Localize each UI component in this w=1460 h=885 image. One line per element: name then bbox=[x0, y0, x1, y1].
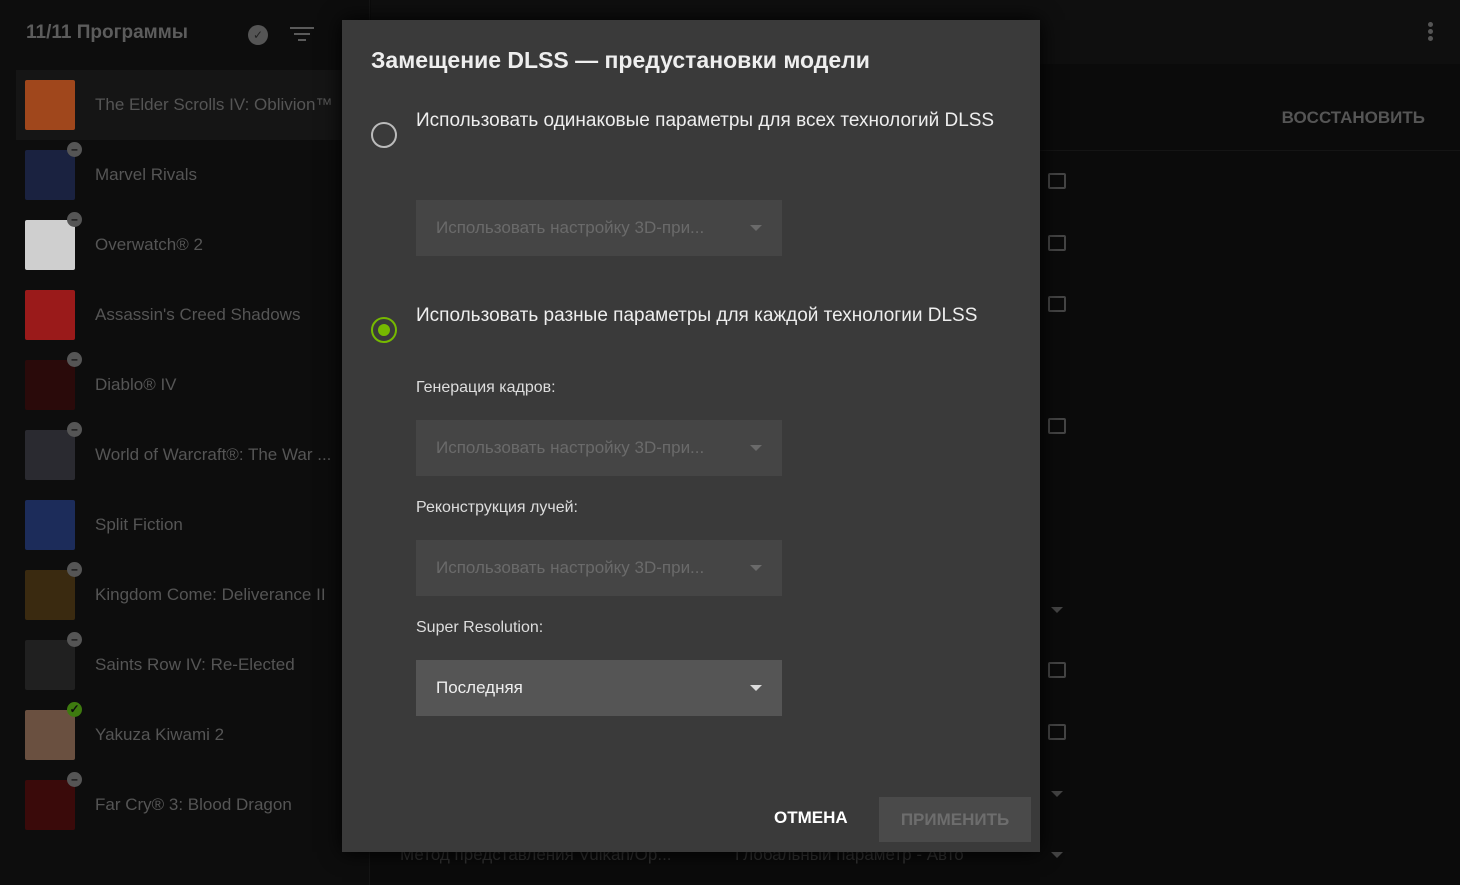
game-icon bbox=[25, 290, 75, 340]
check-badge-icon: ✓ bbox=[67, 702, 82, 717]
game-icon bbox=[25, 640, 75, 690]
radio-same-settings[interactable] bbox=[371, 122, 397, 148]
frame-gen-label: Генерация кадров: bbox=[416, 379, 556, 396]
program-list-item[interactable]: – Kingdom Come: Deliverance II bbox=[16, 560, 370, 630]
ray-reconstruction-dropdown[interactable]: Использовать настройку 3D-при... bbox=[416, 540, 782, 596]
cancel-button[interactable]: ОТМЕНА bbox=[774, 808, 848, 828]
program-name: Saints Row IV: Re-Elected bbox=[95, 655, 295, 674]
option-same-settings-label[interactable]: Использовать одинаковые параметры для вс… bbox=[416, 106, 1016, 136]
edit-icon[interactable] bbox=[1048, 235, 1066, 251]
chevron-down-icon bbox=[750, 225, 762, 231]
dropdown-value: Последняя bbox=[436, 678, 523, 697]
programs-count-title: 11/11 Программы bbox=[26, 22, 189, 43]
dropdown-value: Использовать настройку 3D-при... bbox=[436, 558, 705, 577]
program-list-item[interactable]: – Far Cry® 3: Blood Dragon bbox=[16, 770, 370, 840]
program-name: Far Cry® 3: Blood Dragon bbox=[95, 795, 292, 814]
minus-badge-icon: – bbox=[67, 422, 82, 437]
super-resolution-dropdown[interactable]: Последняя bbox=[416, 660, 782, 716]
edit-icon[interactable] bbox=[1048, 662, 1066, 678]
restore-button[interactable]: ВОССТАНОВИТЬ bbox=[1282, 108, 1425, 128]
game-icon bbox=[25, 80, 75, 130]
program-name: Diablo® IV bbox=[95, 375, 177, 394]
minus-badge-icon: – bbox=[67, 142, 82, 157]
minus-badge-icon: – bbox=[67, 212, 82, 227]
program-name: The Elder Scrolls IV: Oblivion™ bbox=[95, 95, 333, 114]
game-icon bbox=[25, 570, 75, 620]
program-list-item[interactable]: – World of Warcraft®: The War ... bbox=[16, 420, 370, 490]
program-list-item[interactable]: Assassin's Creed Shadows bbox=[16, 280, 370, 350]
program-list-item[interactable]: – Diablo® IV bbox=[16, 350, 370, 420]
option-different-settings-label[interactable]: Использовать разные параметры для каждой… bbox=[416, 301, 1016, 331]
verified-filter-icon[interactable]: ✓ bbox=[248, 25, 268, 45]
game-icon bbox=[25, 710, 75, 760]
dropdown-value: Использовать настройку 3D-при... bbox=[436, 438, 705, 457]
program-list-item[interactable]: ✓ Yakuza Kiwami 2 bbox=[16, 700, 370, 770]
edit-icon[interactable] bbox=[1048, 724, 1066, 740]
dropdown-value: Использовать настройку 3D-при... bbox=[436, 218, 705, 237]
edit-icon[interactable] bbox=[1048, 418, 1066, 434]
divider bbox=[1040, 150, 1460, 151]
game-icon bbox=[25, 150, 75, 200]
game-icon bbox=[25, 360, 75, 410]
game-icon bbox=[25, 220, 75, 270]
edit-icon[interactable] bbox=[1048, 173, 1066, 189]
frame-gen-dropdown[interactable]: Использовать настройку 3D-при... bbox=[416, 420, 782, 476]
chevron-down-icon[interactable] bbox=[1051, 607, 1063, 613]
chevron-down-icon bbox=[750, 565, 762, 571]
minus-badge-icon: – bbox=[67, 772, 82, 787]
global-preset-dropdown[interactable]: Использовать настройку 3D-при... bbox=[416, 200, 782, 256]
game-icon bbox=[25, 500, 75, 550]
filter-icon[interactable] bbox=[290, 27, 314, 43]
radio-different-settings[interactable] bbox=[371, 317, 397, 343]
program-list: The Elder Scrolls IV: Oblivion™ – Marvel R… bbox=[16, 70, 370, 840]
program-name: Split Fiction bbox=[95, 515, 183, 534]
minus-badge-icon: – bbox=[67, 562, 82, 577]
more-options-icon[interactable] bbox=[1428, 22, 1434, 43]
ray-reconstruction-label: Реконструкция лучей: bbox=[416, 499, 578, 516]
program-list-item[interactable]: The Elder Scrolls IV: Oblivion™ bbox=[16, 70, 370, 140]
program-list-item[interactable]: Split Fiction bbox=[16, 490, 370, 560]
game-icon bbox=[25, 780, 75, 830]
program-name: Marvel Rivals bbox=[95, 165, 198, 184]
minus-badge-icon: – bbox=[67, 352, 82, 367]
game-icon bbox=[25, 430, 75, 480]
program-name: Overwatch® 2 bbox=[95, 235, 203, 254]
program-name: Assassin's Creed Shadows bbox=[95, 305, 301, 324]
chevron-down-icon[interactable] bbox=[1051, 791, 1063, 797]
apply-button[interactable]: ПРИМЕНИТЬ bbox=[879, 797, 1031, 842]
program-name: World of Warcraft®: The War ... bbox=[95, 445, 332, 464]
edit-icon[interactable] bbox=[1048, 296, 1066, 312]
program-name: Kingdom Come: Deliverance II bbox=[95, 585, 326, 604]
super-resolution-label: Super Resolution: bbox=[416, 619, 544, 636]
chevron-down-icon bbox=[750, 445, 762, 451]
program-list-item[interactable]: – Saints Row IV: Re-Elected bbox=[16, 630, 370, 700]
chevron-down-icon bbox=[750, 685, 762, 691]
chevron-down-icon[interactable] bbox=[1051, 852, 1063, 858]
dialog-title: Замещение DLSS — предустановки модели bbox=[371, 47, 870, 73]
program-list-item[interactable]: – Overwatch® 2 bbox=[16, 210, 370, 280]
dlss-preset-dialog: Замещение DLSS — предустановки модели Ис… bbox=[342, 20, 1040, 852]
minus-badge-icon: – bbox=[67, 632, 82, 647]
program-sidebar: 11/11 Программы ✓ The Elder Scrolls IV: … bbox=[0, 0, 370, 885]
program-name: Yakuza Kiwami 2 bbox=[95, 725, 225, 744]
program-list-item[interactable]: – Marvel Rivals bbox=[16, 140, 370, 210]
